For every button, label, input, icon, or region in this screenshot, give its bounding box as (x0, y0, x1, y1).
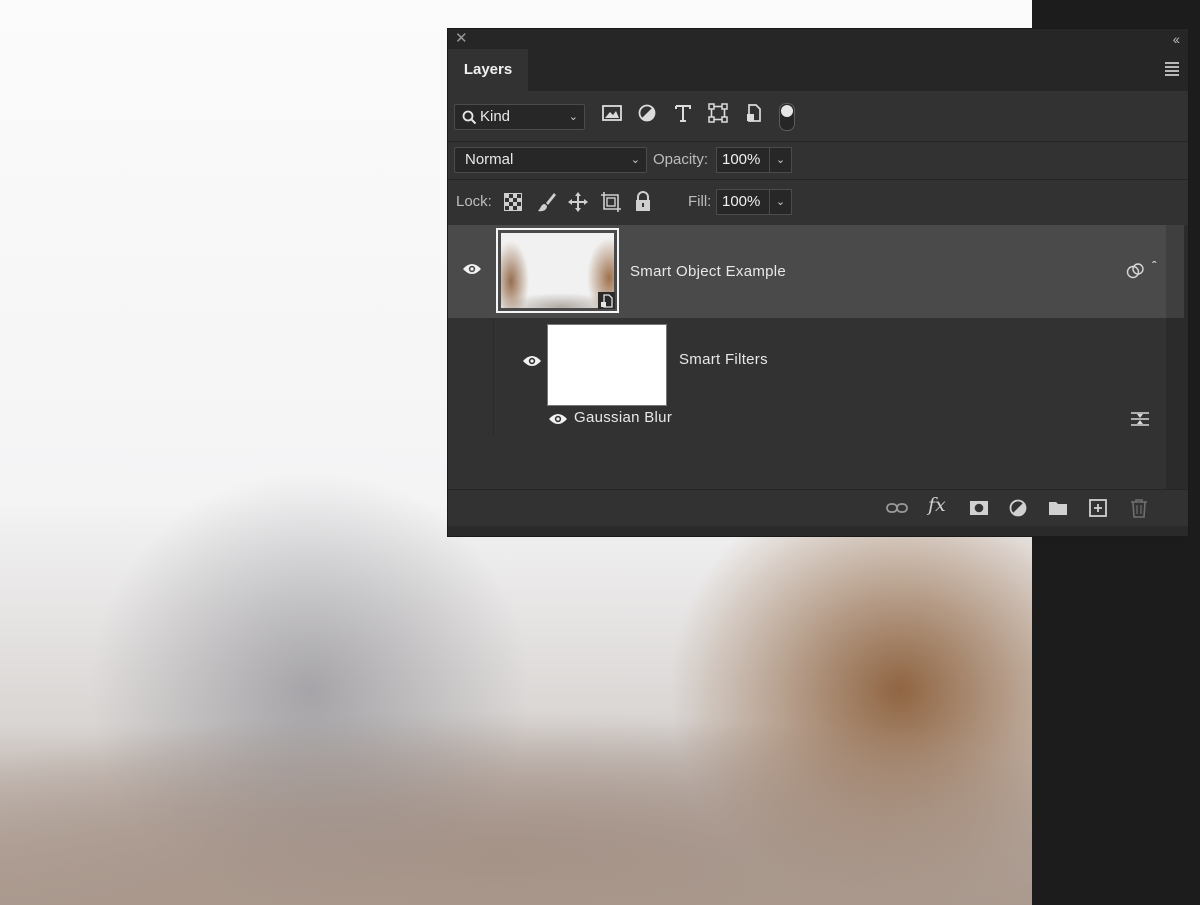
kind-filter-dropdown[interactable]: Kind ⌄ (454, 104, 585, 130)
lock-icon[interactable] (634, 191, 652, 213)
chevron-down-icon: ⌄ (630, 154, 640, 166)
fx-icon[interactable]: fx (928, 494, 950, 516)
half-circle-icon[interactable] (635, 101, 659, 125)
smart-object-icon[interactable] (742, 101, 766, 125)
panel-resize-handle[interactable] (448, 526, 1188, 536)
layers-bottom-toolbar: fx (448, 489, 1188, 526)
transform-icon[interactable] (706, 101, 730, 125)
filter-toggle[interactable] (779, 103, 795, 131)
fill-input[interactable]: 100% (716, 189, 770, 215)
close-icon[interactable]: ✕ (455, 30, 468, 48)
panel-tabbar: Layers (448, 49, 1188, 91)
brush-icon[interactable] (537, 191, 557, 213)
lock-label: Lock: (456, 193, 492, 210)
fill-dropdown-button[interactable]: ⌄ (770, 189, 792, 215)
opacity-label: Opacity: (653, 151, 709, 168)
canvas-image-blur (0, 725, 1032, 905)
blend-row: Normal ⌄ Opacity: 100% ⌄ (448, 141, 1188, 180)
smart-filters-label[interactable]: Smart Filters (679, 351, 768, 368)
move-icon[interactable] (567, 191, 589, 213)
eye-icon[interactable] (522, 354, 542, 368)
opacity-dropdown-button[interactable]: ⌄ (770, 147, 792, 173)
scrollbar-thumb[interactable] (1166, 225, 1184, 318)
smart-filter-mask-thumbnail[interactable] (547, 324, 667, 406)
link-icon[interactable] (886, 497, 908, 519)
eye-icon[interactable] (462, 262, 482, 276)
kind-label: Kind (480, 108, 511, 125)
tab-layers[interactable]: Layers (448, 49, 528, 91)
artboard-icon[interactable] (600, 191, 622, 213)
filter-effect-name[interactable]: Gaussian Blur (574, 409, 672, 426)
adjustment-icon[interactable] (1007, 497, 1029, 519)
smart-object-badge-icon (598, 292, 615, 309)
fill-label: Fill: (688, 193, 712, 210)
panel-menu-icon[interactable] (1165, 62, 1179, 78)
collapse-icon[interactable]: ‹‹ (1173, 30, 1180, 48)
blend-mode-value: Normal (465, 151, 514, 168)
new-layer-icon[interactable] (1087, 497, 1109, 519)
chevron-down-icon: ⌄ (568, 111, 578, 123)
layer-name[interactable]: Smart Object Example (630, 263, 786, 280)
type-icon[interactable] (671, 101, 695, 125)
folder-icon[interactable] (1047, 497, 1069, 519)
layer-row-smart-object[interactable]: Smart Object Example ˆ (448, 225, 1166, 318)
layers-panel: ✕ ‹‹ Layers Kind ⌄ Normal ⌄ Opacity: 100… (447, 28, 1189, 537)
search-icon (462, 110, 477, 125)
opacity-input[interactable]: 100% (716, 147, 770, 173)
blend-mode-dropdown[interactable]: Normal ⌄ (454, 147, 647, 173)
filter-row: Kind ⌄ (448, 91, 1188, 141)
blending-options-icon[interactable] (1130, 411, 1150, 427)
smart-filter-indicator-icon (1126, 263, 1144, 279)
checkerboard-icon[interactable] (504, 193, 522, 211)
mask-icon[interactable] (968, 497, 990, 519)
image-icon[interactable] (600, 101, 624, 125)
indent-guide (493, 318, 494, 435)
lock-row: Lock: Fill: 100% ⌄ (448, 179, 1188, 225)
trash-icon[interactable] (1128, 497, 1150, 519)
smart-filters-section: Smart Filters Gaussian Blur (448, 318, 1166, 435)
eye-icon[interactable] (548, 412, 568, 426)
collapse-effects-icon[interactable]: ˆ (1152, 258, 1157, 274)
layer-thumbnail[interactable] (496, 228, 619, 313)
panel-titlebar: ✕ ‹‹ (448, 29, 1188, 49)
